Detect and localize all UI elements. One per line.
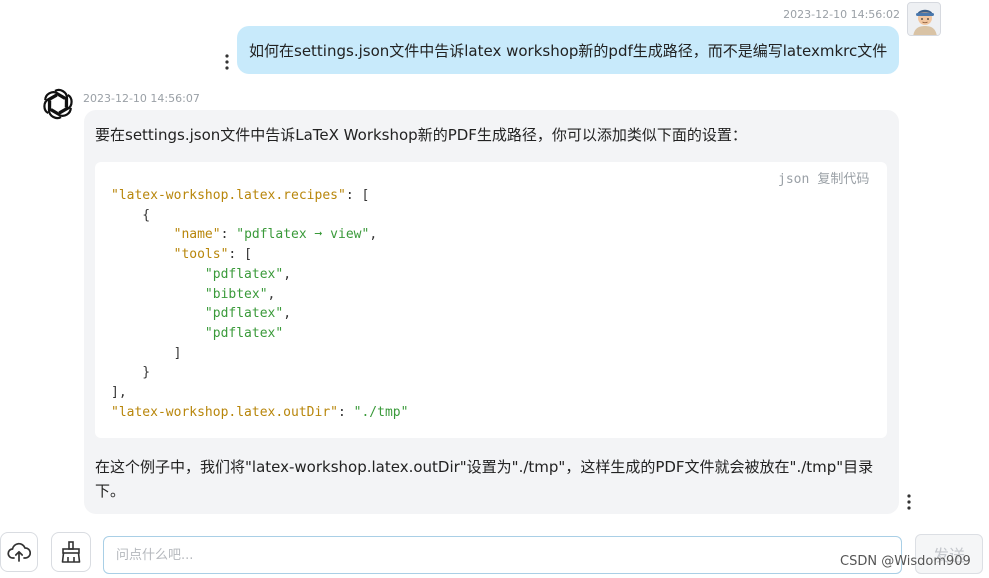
code-token: "pdflatex" xyxy=(204,325,284,341)
assistant-message-more-button[interactable] xyxy=(902,492,916,512)
broom-icon xyxy=(61,541,81,563)
code-token: "latex-workshop.latex.outDir" xyxy=(111,404,338,420)
user-message-timestamp: 2023-12-10 14:56:02 xyxy=(783,8,900,21)
code-token: "pdflatex ➞ view" xyxy=(236,227,370,243)
user-message-text: 如何在settings.json文件中告诉latex workshop新的pdf… xyxy=(249,41,888,60)
user-avatar-icon xyxy=(908,3,940,35)
code-language-label: json xyxy=(778,172,810,187)
code-token: "name" xyxy=(173,227,221,243)
code-token: "pdflatex" xyxy=(204,266,284,282)
code-token: "tools" xyxy=(173,247,229,263)
code-token: "pdflatex" xyxy=(204,306,284,322)
user-avatar xyxy=(907,2,941,36)
assistant-intro-text: 要在settings.json文件中告诉LaTeX Workshop新的PDF生… xyxy=(95,126,747,144)
more-vertical-icon xyxy=(225,54,229,70)
chat-input[interactable] xyxy=(103,536,902,574)
user-message-more-button[interactable] xyxy=(220,52,234,72)
assistant-avatar xyxy=(40,86,76,122)
cloud-upload-icon xyxy=(7,542,31,562)
assistant-outro-text: 在这个例子中，我们将"latex-workshop.latex.outDir"设… xyxy=(95,458,874,500)
code-token: "./tmp" xyxy=(353,404,409,420)
code-token: "latex-workshop.latex.recipes" xyxy=(111,188,346,203)
clear-context-button[interactable] xyxy=(51,532,91,572)
upload-button[interactable] xyxy=(0,532,38,572)
assistant-message-timestamp: 2023-12-10 14:56:07 xyxy=(83,92,200,105)
more-vertical-icon xyxy=(907,494,911,510)
openai-logo-icon xyxy=(43,88,73,120)
code-block-header: json 复制代码 xyxy=(778,168,869,187)
copy-code-button[interactable]: 复制代码 xyxy=(817,172,869,187)
user-message-bubble: 如何在settings.json文件中告诉latex workshop新的pdf… xyxy=(237,26,899,74)
code-token: "bibtex" xyxy=(204,286,268,302)
code-content: "latex-workshop.latex.recipes": [ { "nam… xyxy=(111,188,409,420)
watermark-text: CSDN @Wisdom909 xyxy=(840,554,971,569)
